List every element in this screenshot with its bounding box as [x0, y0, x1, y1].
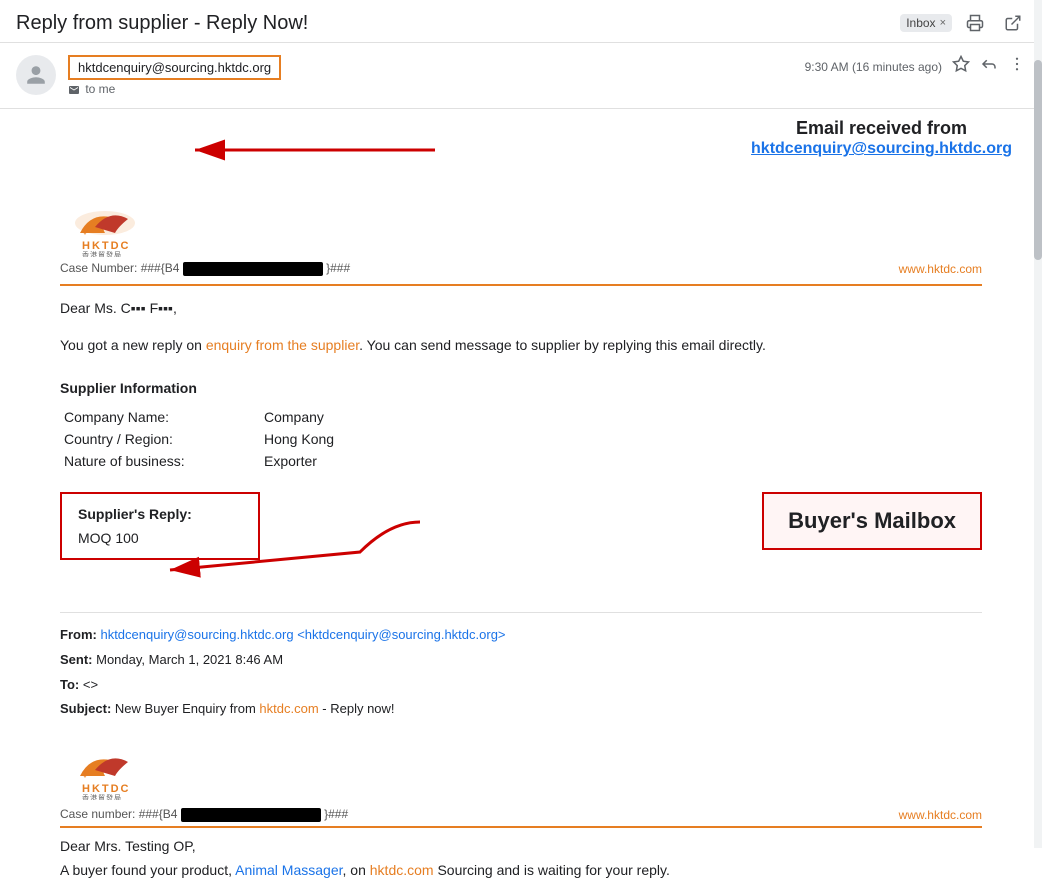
field-value: Company [260, 406, 982, 428]
annotation-block: Email received from hktdcenquiry@sourcin… [751, 117, 1012, 158]
field-label: Nature of business: [60, 450, 260, 472]
avatar [16, 55, 56, 95]
supplier-reply-box: Supplier's Reply: MOQ 100 [60, 492, 260, 560]
table-row: Company Name: Company [60, 406, 982, 428]
hktdc-logo-area: HKTDC 香港貿發局 Case Number: ###{B4 }### [60, 205, 350, 276]
to-me-label: to me [68, 82, 793, 96]
buyers-mailbox-text: Buyer's Mailbox [788, 508, 956, 534]
field-value: Exporter [260, 450, 982, 472]
footer-to-value: <> [83, 677, 98, 692]
footer-redacted-bar [181, 808, 321, 822]
badge-close-btn[interactable]: × [940, 17, 946, 29]
footer-subject-pre: New Buyer Enquiry from [115, 701, 260, 716]
scrollbar-thumb[interactable] [1034, 60, 1042, 260]
hktdc-logo: HKTDC 香港貿發局 [60, 205, 150, 257]
email-subject: Reply from supplier - Reply Now! [16, 12, 890, 35]
svg-text:香港貿發局: 香港貿發局 [82, 250, 122, 257]
footer-to-label: To: [60, 677, 79, 692]
reply-mailbox-row: Supplier's Reply: MOQ 100 Buyer's Mailbo… [60, 492, 982, 560]
badge-label: Inbox [906, 16, 935, 30]
footer-from-row: From: hktdcenquiry@sourcing.hktdc.org <h… [60, 623, 982, 648]
field-label: Country / Region: [60, 428, 260, 450]
svg-text:香港貿發局: 香港貿發局 [82, 793, 122, 800]
email-header: hktdcenquiry@sourcing.hktdc.org to me 9:… [0, 43, 1042, 109]
annotation-area: Email received from hktdcenquiry@sourcin… [0, 109, 1042, 189]
field-label: Company Name: [60, 406, 260, 428]
hktdc-source-link[interactable]: hktdc.com [370, 862, 434, 878]
hktdc-footer-logo: HKTDC 香港貿發局 [60, 748, 150, 800]
table-row: Nature of business: Exporter [60, 450, 982, 472]
scrollbar-track[interactable] [1034, 0, 1042, 848]
footer-to-row: To: <> [60, 673, 982, 698]
sender-info: hktdcenquiry@sourcing.hktdc.org to me [68, 55, 793, 96]
footer-sent-value: Monday, March 1, 2021 8:46 AM [96, 652, 283, 667]
footer-from-label: From: [60, 627, 97, 642]
redacted-bar [183, 262, 323, 276]
email-body: HKTDC 香港貿發局 Case Number: ###{B4 }### www… [0, 189, 1042, 891]
footer-case-number: Case number: ###{B4 }### [60, 807, 348, 822]
case-number: Case Number: ###{B4 }### [60, 261, 350, 276]
footer-hktdc-website[interactable]: www.hktdc.com [899, 808, 982, 822]
footer-email-info: From: hktdcenquiry@sourcing.hktdc.org <h… [60, 623, 982, 722]
footer-subject-post: - Reply now! [319, 701, 395, 716]
print-icon[interactable] [962, 10, 988, 36]
hktdc-website-link[interactable]: www.hktdc.com [899, 262, 982, 276]
email-meta: 9:30 AM (16 minutes ago) [805, 55, 1026, 78]
body-message: You got a new reply on enquiry from the … [60, 334, 982, 356]
sender-email-box: hktdcenquiry@sourcing.hktdc.org [68, 55, 281, 80]
more-options-icon[interactable] [1008, 55, 1026, 78]
email-divider [60, 612, 982, 613]
reply-icon[interactable] [980, 55, 998, 78]
highlight-enquiry: enquiry from the supplier [206, 337, 359, 353]
footer-dear-line: Dear Mrs. Testing OP, [60, 838, 982, 854]
hktdc-logo-header: HKTDC 香港貿發局 Case Number: ###{B4 }### www… [60, 189, 982, 286]
top-icons-group [962, 10, 1026, 36]
svg-text:HKTDC: HKTDC [82, 783, 131, 795]
footer-subject-row: Subject: New Buyer Enquiry from hktdc.co… [60, 697, 982, 722]
open-external-icon[interactable] [1000, 10, 1026, 36]
field-value: Hong Kong [260, 428, 982, 450]
dear-line: Dear Ms. C▪▪▪ F▪▪▪, [60, 300, 982, 316]
supplier-reply-label: Supplier's Reply: [78, 506, 242, 522]
top-bar: Reply from supplier - Reply Now! Inbox × [0, 0, 1042, 43]
product-link[interactable]: Animal Massager [235, 862, 342, 878]
supplier-info-title: Supplier Information [60, 380, 982, 396]
footer-from-email[interactable]: hktdcenquiry@sourcing.hktdc.org <hktdcen… [100, 627, 505, 642]
reply-mailbox-container: Supplier's Reply: MOQ 100 Buyer's Mailbo… [60, 492, 982, 602]
hktdc-footer-logo-header: HKTDC 香港貿發局 Case number: ###{B4 }### www… [60, 738, 982, 828]
svg-text:HKTDC: HKTDC [82, 240, 131, 252]
footer-subject-label: Subject: [60, 701, 111, 716]
hktdc-footer-logo-area: HKTDC 香港貿發局 Case number: ###{B4 }### [60, 748, 348, 822]
footer-body-text: A buyer found your product, Animal Massa… [60, 860, 982, 881]
annotation-link[interactable]: hktdcenquiry@sourcing.hktdc.org [751, 140, 1012, 158]
footer-sent-label: Sent: [60, 652, 93, 667]
sender-name-row: hktdcenquiry@sourcing.hktdc.org [68, 55, 793, 80]
buyers-mailbox-box: Buyer's Mailbox [762, 492, 982, 550]
footer-subject-link[interactable]: hktdc.com [259, 701, 318, 716]
annotation-title: Email received from [751, 117, 1012, 140]
table-row: Country / Region: Hong Kong [60, 428, 982, 450]
email-time: 9:30 AM (16 minutes ago) [805, 60, 942, 74]
supplier-info-table: Company Name: Company Country / Region: … [60, 406, 982, 472]
footer-sent-row: Sent: Monday, March 1, 2021 8:46 AM [60, 648, 982, 673]
inbox-badge[interactable]: Inbox × [900, 14, 952, 32]
star-icon[interactable] [952, 55, 970, 78]
supplier-info-section: Supplier Information Company Name: Compa… [60, 380, 982, 472]
red-arrow-annotation [185, 125, 485, 185]
supplier-reply-content: MOQ 100 [78, 530, 242, 546]
